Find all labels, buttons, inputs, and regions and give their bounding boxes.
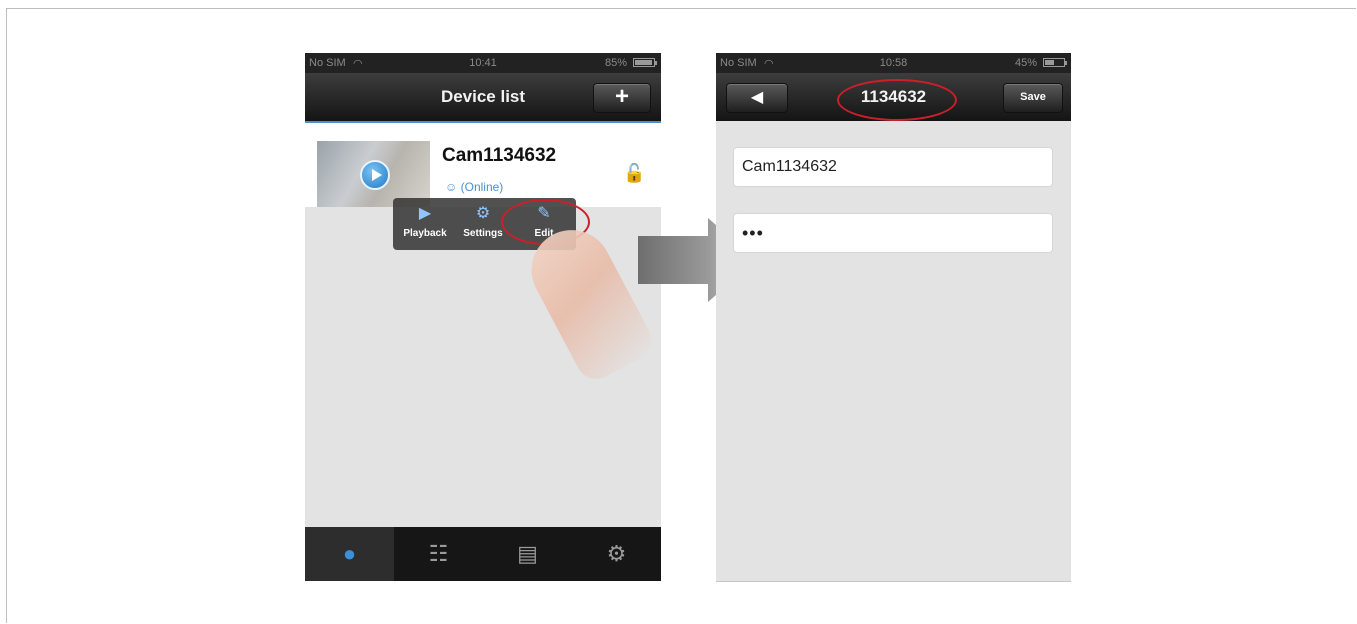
battery-icon [1043, 58, 1067, 67]
tab-devices[interactable]: ● [305, 527, 394, 581]
tab-settings[interactable]: ⚙ [572, 527, 661, 581]
playback-label: Playback [403, 228, 447, 239]
device-list-item[interactable]: Cam1134632 ☺ (Online) 🔓 [305, 123, 661, 207]
user-icon: ☺ [445, 180, 458, 194]
save-button[interactable]: Save [1003, 83, 1063, 113]
toolbox-icon: ▤ [517, 541, 538, 566]
add-device-button[interactable]: + [593, 83, 651, 113]
battery-icon [633, 58, 657, 67]
edit-device-screen: No SIM ◠ 10:58 45% ◀ 1134632 Save Cam113… [716, 53, 1071, 582]
unlock-icon[interactable]: 🔓 [623, 163, 645, 184]
title-highlight-circle [837, 79, 957, 121]
playback-menu-item[interactable]: ▶ Playback [395, 204, 455, 239]
battery-percent: 45% [1014, 57, 1037, 69]
tab-multi-view[interactable]: ☷ [394, 527, 483, 581]
status-bar: No SIM ◠ 10:41 85% [305, 53, 661, 73]
device-name-field[interactable]: Cam1134632 [733, 147, 1053, 187]
play-icon[interactable] [360, 160, 390, 190]
password-field[interactable]: ••• [733, 213, 1053, 253]
battery-percent: 85% [604, 57, 627, 69]
status-bar: No SIM ◠ 10:58 45% [716, 53, 1071, 73]
device-status: ☺ (Online) [445, 180, 503, 194]
tab-bar: ● ☷ ▤ ⚙ [305, 527, 661, 581]
gear-icon: ⚙ [606, 541, 627, 566]
figure-frame [6, 8, 1356, 623]
play-circle-icon: ▶ [418, 205, 432, 222]
device-status-label: (Online) [460, 180, 504, 194]
nav-bar: Device list + [305, 73, 661, 121]
user-icon: ● [342, 541, 357, 566]
tab-toolbox[interactable]: ▤ [483, 527, 572, 581]
grid-icon: ☷ [428, 541, 449, 566]
device-name: Cam1134632 [442, 145, 557, 166]
